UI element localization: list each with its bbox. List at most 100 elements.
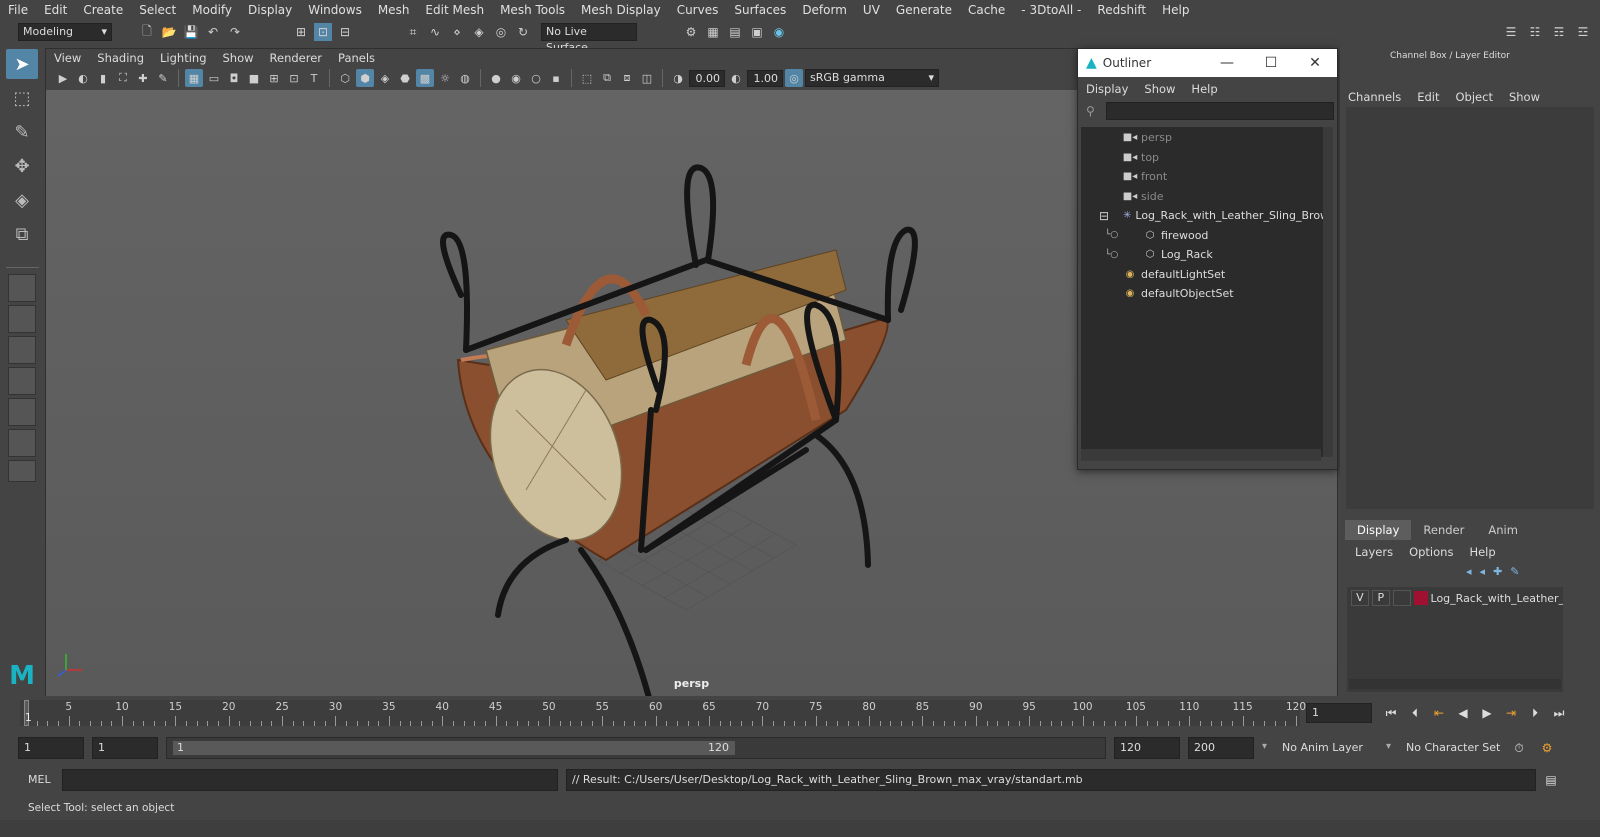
single-pane-layout-icon[interactable]	[8, 274, 36, 302]
new-layer-selected-icon[interactable]: ✎	[1510, 565, 1519, 578]
snap-view-icon[interactable]: ◈	[470, 23, 488, 41]
outliner-item[interactable]: ⊟ ✳ Log_Rack_with_Leather_Sling_Brown	[1081, 206, 1325, 225]
motion-blur-icon[interactable]: ◉	[507, 69, 525, 87]
select-hierarchy-icon[interactable]: ⊞	[292, 23, 310, 41]
viewport-menu-show[interactable]: Show	[215, 51, 262, 65]
horizontal-scrollbar[interactable]	[1081, 449, 1321, 461]
viewport-menu-renderer[interactable]: Renderer	[262, 51, 331, 65]
bookmark-icon[interactable]: ▮	[94, 69, 112, 87]
step-back-key-icon[interactable]: ⇤	[1428, 702, 1450, 724]
four-pane-layout-icon[interactable]	[8, 305, 36, 333]
side-by-side-layout-icon[interactable]	[8, 336, 36, 364]
select-tool-icon[interactable]: ➤	[6, 49, 38, 79]
menu-redshift[interactable]: Redshift	[1089, 0, 1154, 20]
playback-start-field[interactable]: 1	[92, 737, 158, 759]
play-forwards-icon[interactable]: ▶	[1476, 702, 1498, 724]
menu-create[interactable]: Create	[75, 0, 131, 20]
layer-menu-layers[interactable]: Layers	[1347, 545, 1401, 559]
exposure-field[interactable]: 0.00	[689, 69, 725, 87]
play-backwards-icon[interactable]: ◀	[1452, 702, 1474, 724]
ipr-render-icon[interactable]: ▤	[726, 23, 744, 41]
menu-surfaces[interactable]: Surfaces	[726, 0, 794, 20]
xray-joints-icon[interactable]: ⧈	[618, 69, 636, 87]
snap-surface-icon[interactable]: ◎	[492, 23, 510, 41]
time-slider-track[interactable]: 5 10 15 20 25 30 35 40 45 50 55 60 65 70 75 80 85 90 95 100…	[20, 700, 1306, 726]
persp-outliner-layout-icon[interactable]	[8, 398, 36, 426]
persp-graph-layout-icon[interactable]	[8, 367, 36, 395]
maximize-icon[interactable]: ☐	[1249, 55, 1293, 71]
outliner-menu-help[interactable]: Help	[1183, 82, 1225, 96]
range-slider[interactable]: 1 120	[166, 737, 1106, 759]
layer-row[interactable]: V P Log_Rack_with_Leather_	[1347, 589, 1563, 607]
anim-layer-dropdown[interactable]: No Anim Layer	[1276, 737, 1392, 759]
scale-tool-icon[interactable]: ⧉	[6, 219, 38, 249]
menu-3dtoall[interactable]: - 3DtoAll -	[1013, 0, 1089, 20]
menu-mesh-display[interactable]: Mesh Display	[573, 0, 669, 20]
camera-attr-icon[interactable]: ◐	[74, 69, 92, 87]
animation-preferences-icon[interactable]: ⚙	[1536, 737, 1558, 759]
channelbox-menu-edit[interactable]: Edit	[1409, 90, 1447, 104]
menu-deform[interactable]: Deform	[794, 0, 855, 20]
vertical-scrollbar[interactable]	[1323, 127, 1333, 457]
step-back-frame-icon[interactable]: ⏴	[1404, 702, 1426, 724]
collapse-icon[interactable]: ⊟	[1099, 209, 1109, 223]
default-material-icon[interactable]: ⬣	[396, 69, 414, 87]
menu-modify[interactable]: Modify	[184, 0, 240, 20]
go-to-start-icon[interactable]: ⏮	[1380, 702, 1402, 724]
resolution-gate-icon[interactable]: ◘	[225, 69, 243, 87]
anti-aliasing-icon[interactable]: ○	[527, 69, 545, 87]
persp-hypershade-layout-icon[interactable]	[8, 429, 36, 457]
outliner-item[interactable]: ◉ defaultLightSet	[1081, 265, 1325, 284]
menuset-dropdown[interactable]: Modeling ▾	[18, 23, 112, 41]
film-gate-icon[interactable]: ▭	[205, 69, 223, 87]
viewport-menu-lighting[interactable]: Lighting	[152, 51, 214, 65]
viewport-menu-panels[interactable]: Panels	[330, 51, 383, 65]
lasso-tool-icon[interactable]: ⬚	[6, 83, 38, 113]
paint-select-tool-icon[interactable]: ✎	[6, 117, 38, 147]
layer-menu-options[interactable]: Options	[1401, 545, 1461, 559]
snap-curve-icon[interactable]: ∿	[426, 23, 444, 41]
menu-windows[interactable]: Windows	[300, 0, 370, 20]
image-plane-icon[interactable]: ⛶	[114, 69, 132, 87]
select-object-icon[interactable]: ⊡	[314, 23, 332, 41]
select-component-icon[interactable]: ⊟	[336, 23, 354, 41]
live-surface-field[interactable]: No Live Surface	[541, 23, 637, 54]
outliner-item[interactable]: ■◂ persp	[1081, 128, 1325, 147]
playback-end-field[interactable]: 120	[1114, 737, 1180, 759]
layer-color-swatch[interactable]	[1413, 591, 1428, 605]
smooth-shade-icon[interactable]: ⬢	[356, 69, 374, 87]
render-settings-icon[interactable]: ⚙	[682, 23, 700, 41]
script-language-toggle[interactable]: MEL	[28, 773, 51, 786]
menu-select[interactable]: Select	[131, 0, 184, 20]
grid-icon[interactable]: ✚	[134, 69, 152, 87]
viewport-menu-shading[interactable]: Shading	[89, 51, 152, 65]
move-tool-icon[interactable]: ✥	[6, 151, 38, 181]
snap-point-icon[interactable]: ⋄	[448, 23, 466, 41]
new-scene-icon[interactable]: 🗋	[138, 23, 156, 41]
workspace-tool-icon[interactable]: ☶	[1550, 23, 1568, 41]
tab-anim[interactable]: Anim	[1476, 520, 1530, 540]
filter-icon[interactable]: ⚲	[1086, 104, 1095, 118]
pencil-icon[interactable]: ✎	[154, 69, 172, 87]
current-frame-field[interactable]: 1	[1306, 703, 1372, 723]
outliner-item[interactable]: ◉ defaultObjectSet	[1081, 284, 1325, 303]
viewport-menu-view[interactable]: View	[46, 51, 89, 65]
animation-start-field[interactable]: 1	[18, 737, 84, 759]
outliner-item[interactable]: ■◂ side	[1081, 187, 1325, 206]
xray-icon[interactable]: ⧉	[598, 69, 616, 87]
menu-mesh[interactable]: Mesh	[370, 0, 418, 20]
safe-title-icon[interactable]: T	[305, 69, 323, 87]
snap-reset-icon[interactable]: ↻	[514, 23, 532, 41]
rotate-tool-icon[interactable]: ◈	[6, 185, 38, 215]
outliner-menu-display[interactable]: Display	[1078, 82, 1136, 96]
step-forward-frame-icon[interactable]: ⏵	[1524, 702, 1546, 724]
tab-display[interactable]: Display	[1345, 520, 1412, 540]
xray-components-icon[interactable]: ◫	[638, 69, 656, 87]
menu-file[interactable]: File	[0, 0, 36, 20]
screen-space-ao-icon[interactable]: ●	[487, 69, 505, 87]
gate-mask-icon[interactable]: ■	[245, 69, 263, 87]
field-chart-icon[interactable]: ⊞	[265, 69, 283, 87]
outliner-search-input[interactable]	[1106, 102, 1334, 120]
workspace-modeling-icon[interactable]: ☰	[1502, 23, 1520, 41]
menu-uv[interactable]: UV	[855, 0, 888, 20]
